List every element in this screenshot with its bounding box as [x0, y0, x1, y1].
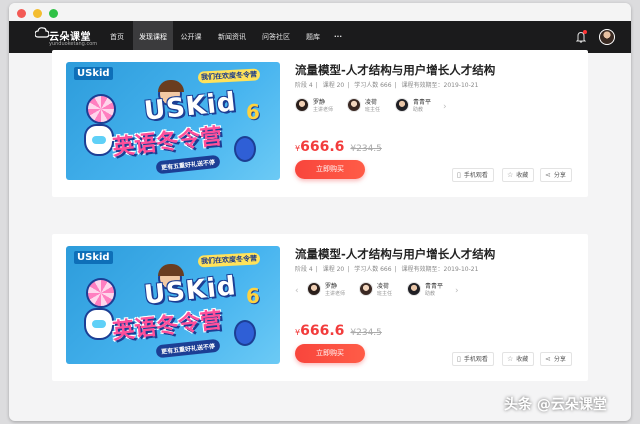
- course-cover-image[interactable]: USkid 我们在欢度冬令营 USKid 6 英语冬令营 更有五重好礼送不停: [66, 246, 280, 364]
- course-learner-count: 学习人数 666: [354, 266, 392, 273]
- cover-number: 6: [246, 284, 260, 308]
- teacher-avatar: [307, 282, 321, 296]
- course-title[interactable]: 流量模型-人才结构与用户增长人才结构: [295, 62, 495, 78]
- lollipop-icon: [86, 94, 116, 124]
- teacher-name: 罗静: [313, 99, 326, 106]
- robot-mascot-icon: [84, 308, 114, 340]
- nav-item-home[interactable]: 首页: [101, 21, 133, 53]
- teacher-role: 主讲老师: [313, 107, 334, 113]
- share-icon: ⋖: [545, 171, 551, 179]
- share-button[interactable]: ⋖ 分享: [540, 352, 572, 366]
- nav-item-public-courses[interactable]: 公开课: [173, 21, 209, 53]
- course-meta: 阶段 4 | 课程 20 | 学习人数 666 | 课程有效期至：2019-10-21: [295, 82, 479, 89]
- original-price: ¥234.5: [350, 144, 382, 154]
- teacher-role: 班主任: [377, 291, 393, 297]
- price-block: ¥666.6 ¥234.5: [295, 136, 382, 155]
- nav-item-question-bank[interactable]: 题库: [299, 21, 327, 53]
- star-icon: ☆: [507, 355, 514, 363]
- top-navbar: 云朵课堂 yunduoketang.com 首页 发现课程 公开课 新闻资讯 问…: [9, 21, 631, 53]
- chevron-right-icon[interactable]: ›: [443, 102, 447, 112]
- teacher-name: 罗静: [325, 283, 338, 290]
- nav-more-button[interactable]: ···: [327, 21, 349, 53]
- favorite-button[interactable]: ☆ 收藏: [502, 168, 535, 182]
- phone-icon: ▯: [457, 355, 461, 363]
- price-block: ¥666.6 ¥234.5: [295, 320, 382, 339]
- course-card[interactable]: USkid 我们在欢度冬令营 USKid 6 英语冬令营 更有五重好礼送不停 流…: [52, 50, 588, 197]
- original-price: ¥234.5: [350, 328, 382, 338]
- cover-gift-text: 更有五重好礼送不停: [155, 338, 221, 359]
- course-stage: 阶段 4: [295, 82, 313, 89]
- window-titlebar: [9, 3, 631, 21]
- share-button[interactable]: ⋖ 分享: [540, 168, 572, 182]
- balloon-icon: [234, 136, 256, 162]
- teacher-role: 助教: [413, 107, 424, 113]
- maximize-window-button[interactable]: [49, 9, 58, 18]
- balloon-icon: [234, 320, 256, 346]
- teacher-name: 凌荷: [365, 99, 378, 106]
- cloud-logo-icon: [35, 27, 49, 38]
- teacher-avatar: [295, 98, 309, 112]
- robot-mascot-icon: [84, 124, 114, 156]
- buy-now-button[interactable]: 立即购买: [295, 160, 365, 179]
- cover-gift-text: 更有五重好礼送不停: [155, 154, 221, 175]
- cover-number: 6: [246, 100, 260, 124]
- course-card[interactable]: USkid 我们在欢度冬令营 USKid 6 英语冬令营 更有五重好礼送不停 流…: [52, 234, 588, 381]
- course-title[interactable]: 流量模型-人才结构与用户增长人才结构: [295, 246, 495, 262]
- teacher-role: 班主任: [365, 107, 381, 113]
- course-expiry: 课程有效期至：2019-10-21: [401, 82, 479, 89]
- course-cover-image[interactable]: USkid 我们在欢度冬令营 USKid 6 英语冬令营 更有五重好礼送不停: [66, 62, 280, 180]
- cover-slogan: 我们在欢度冬令营: [197, 252, 261, 268]
- teacher-name: 青青平: [425, 283, 444, 290]
- teacher-role: 助教: [425, 291, 436, 297]
- minimize-window-button[interactable]: [33, 9, 42, 18]
- current-price: 666.6: [300, 139, 345, 155]
- current-price: 666.6: [300, 323, 345, 339]
- course-stage: 阶段 4: [295, 266, 313, 273]
- share-icon: ⋖: [545, 355, 551, 363]
- teacher-avatar: [407, 282, 421, 296]
- chevron-left-icon[interactable]: ‹: [295, 286, 299, 296]
- cover-slogan: 我们在欢度冬令营: [197, 68, 261, 84]
- nav-item-discover-courses[interactable]: 发现课程: [133, 21, 173, 53]
- teacher-list: 罗静 主讲老师 凌荷 班主任 青青平 助教 ›: [295, 96, 495, 116]
- buy-now-button[interactable]: 立即购买: [295, 344, 365, 363]
- course-lesson-count: 课程 20: [322, 82, 345, 89]
- source-watermark: 头条 @云朵课堂: [504, 397, 607, 413]
- notification-dot: [583, 30, 587, 34]
- close-window-button[interactable]: [17, 9, 26, 18]
- teacher-avatar: [359, 282, 373, 296]
- teacher-avatar: [347, 98, 361, 112]
- mobile-watch-button[interactable]: ▯ 手机观看: [452, 352, 494, 366]
- user-avatar[interactable]: [599, 29, 615, 45]
- teacher-avatar: [395, 98, 409, 112]
- favorite-button[interactable]: ☆ 收藏: [502, 352, 535, 366]
- nav-item-news[interactable]: 新闻资讯: [211, 21, 253, 53]
- teacher-name: 凌荷: [377, 283, 390, 290]
- course-lesson-count: 课程 20: [322, 266, 345, 273]
- course-learner-count: 学习人数 666: [354, 82, 392, 89]
- cover-brand-tag: USkid: [74, 67, 113, 80]
- teacher-list: ‹ 罗静 主讲老师 凌荷 班主任 青青平 助教 ›: [295, 280, 495, 300]
- course-meta: 阶段 4 | 课程 20 | 学习人数 666 | 课程有效期至：2019-10-21: [295, 266, 479, 273]
- star-icon: ☆: [507, 171, 514, 179]
- course-expiry: 课程有效期至：2019-10-21: [401, 266, 479, 273]
- nav-item-qa-community[interactable]: 问答社区: [255, 21, 297, 53]
- site-logo[interactable]: 云朵课堂 yunduoketang.com: [35, 25, 107, 49]
- cover-brand-tag: USkid: [74, 251, 113, 264]
- teacher-role: 主讲老师: [325, 291, 346, 297]
- lollipop-icon: [86, 278, 116, 308]
- phone-icon: ▯: [457, 171, 461, 179]
- browser-window: 云朵课堂 yunduoketang.com 首页 发现课程 公开课 新闻资讯 问…: [9, 3, 631, 421]
- teacher-name: 青青平: [413, 99, 432, 106]
- site-domain: yunduoketang.com: [49, 41, 98, 47]
- chevron-right-icon[interactable]: ›: [455, 286, 459, 296]
- mobile-watch-button[interactable]: ▯ 手机观看: [452, 168, 494, 182]
